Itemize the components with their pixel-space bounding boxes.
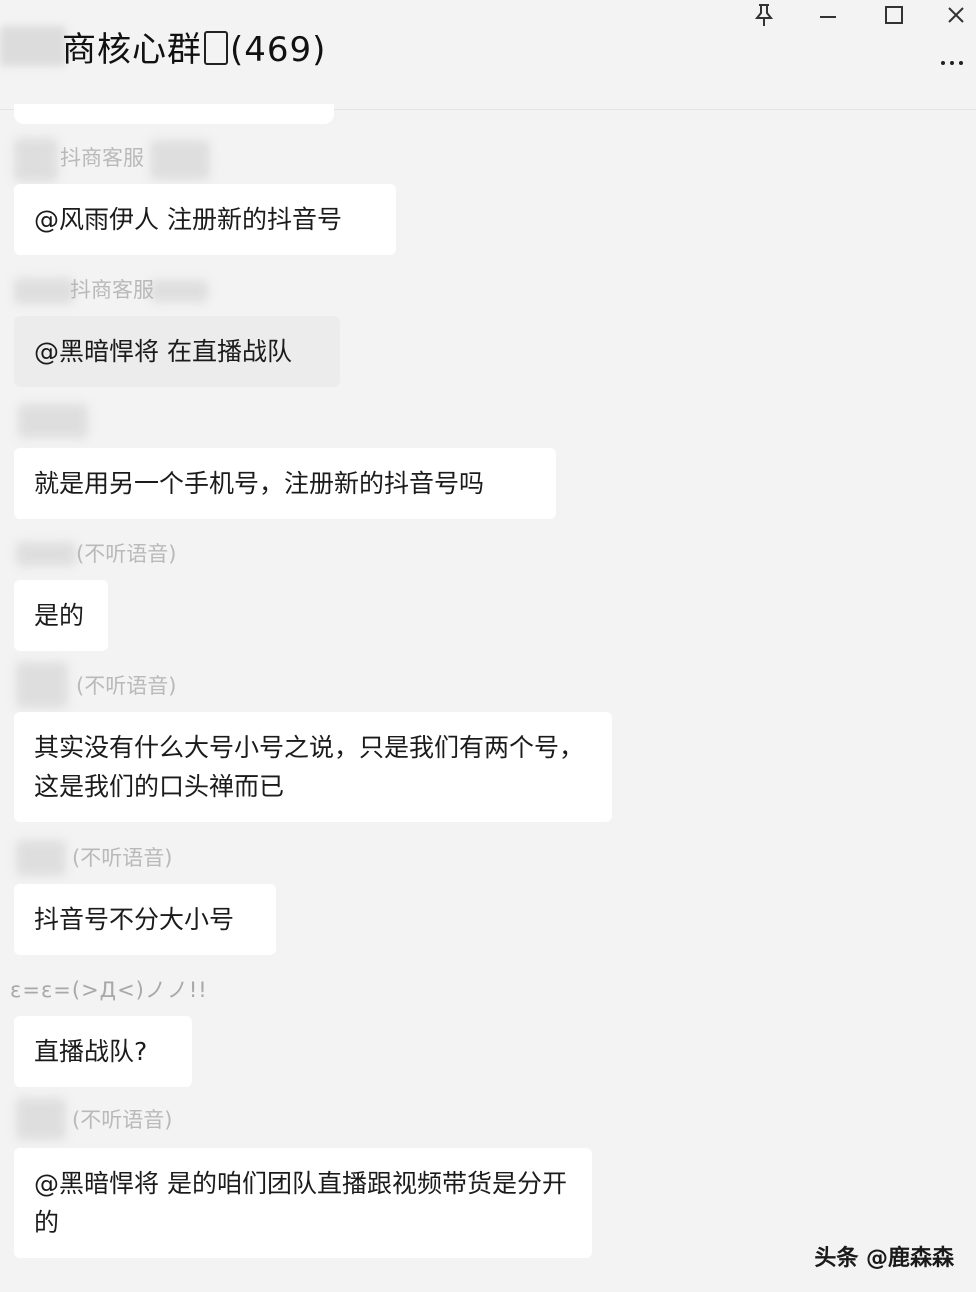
member-count: (469): [230, 30, 327, 70]
group-name: 商核心群: [62, 30, 202, 70]
message-bubble[interactable]: 就是用另一个手机号，注册新的抖音号吗: [14, 448, 556, 519]
name-redaction: [16, 1098, 66, 1140]
name-redaction: [18, 404, 88, 438]
name-redaction: [150, 280, 208, 302]
sender-name: ε=ε=(>Д<)ノノ!!: [10, 978, 208, 1002]
maximize-icon: [885, 6, 903, 24]
message-bubble[interactable]: 直播战队?: [14, 1016, 192, 1087]
close-button[interactable]: [936, 0, 976, 30]
maximize-button[interactable]: [870, 0, 918, 30]
previous-message-edge: [14, 104, 334, 124]
title-redaction: [0, 26, 66, 66]
name-redaction: [14, 278, 74, 304]
name-redaction: [16, 662, 68, 708]
sender-name: (不听语音): [72, 1108, 173, 1132]
message-bubble[interactable]: 抖音号不分大小号: [14, 884, 276, 955]
message-bubble[interactable]: @黑暗悍将 是的咱们团队直播跟视频带货是分开的: [14, 1148, 592, 1258]
sender-name: 抖商客服: [70, 278, 154, 302]
more-options-button[interactable]: [932, 48, 972, 78]
sender-name: (不听语音): [76, 542, 177, 566]
message-bubble[interactable]: @黑暗悍将 在直播战队: [14, 316, 340, 387]
minimize-icon: [820, 16, 836, 18]
title-bar: 商核心群 (469): [0, 0, 976, 110]
name-redaction: [150, 140, 210, 180]
dot-icon: [941, 61, 945, 65]
sender-name: 抖商客服: [60, 146, 144, 170]
sender-name: (不听语音): [76, 674, 177, 698]
pin-icon: [754, 4, 774, 26]
pin-button[interactable]: [740, 0, 788, 30]
message-bubble[interactable]: @风雨伊人 注册新的抖音号: [14, 184, 396, 255]
chat-title: 商核心群 (469): [62, 28, 326, 72]
sender-name: (不听语音): [72, 846, 173, 870]
dot-icon: [959, 61, 963, 65]
watermark: 头条 @鹿森森: [814, 1246, 954, 1271]
message-bubble[interactable]: 是的: [14, 580, 108, 651]
dot-icon: [950, 61, 954, 65]
missing-glyph-icon: [204, 31, 228, 65]
minimize-button[interactable]: [804, 0, 852, 30]
name-redaction: [16, 542, 76, 566]
chat-window: 商核心群 (469) 抖商客服 @风雨伊人 注册新的抖音号 抖商客服 @黑暗悍将…: [0, 0, 976, 1292]
avatar-redaction: [14, 138, 58, 182]
name-redaction: [16, 840, 66, 876]
close-icon: [948, 7, 964, 23]
message-bubble[interactable]: 其实没有什么大号小号之说，只是我们有两个号，这是我们的口头禅而已: [14, 712, 612, 822]
